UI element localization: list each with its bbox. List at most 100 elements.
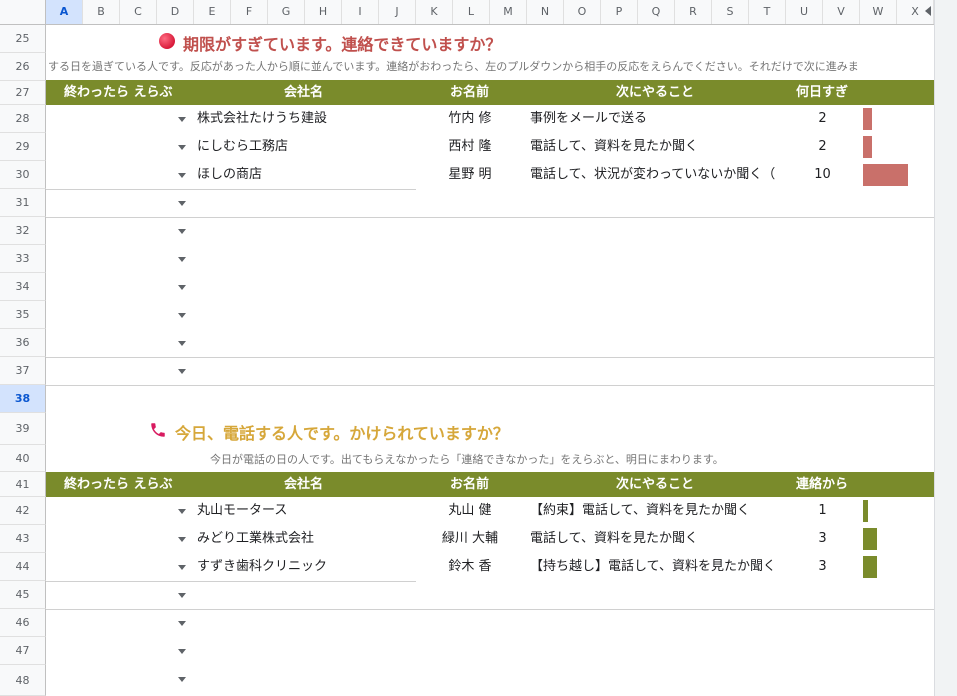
- header-company: 会社名: [284, 477, 324, 492]
- row-header-45[interactable]: 45: [0, 581, 46, 609]
- header-name: お名前: [450, 85, 490, 100]
- table-divider: [46, 609, 934, 610]
- row-header-37[interactable]: 37: [0, 357, 46, 385]
- row-header-32[interactable]: 32: [0, 217, 46, 245]
- contact-name-cell: 竹内 修: [448, 111, 492, 126]
- column-header-d[interactable]: D: [157, 0, 194, 24]
- column-header-g[interactable]: G: [268, 0, 305, 24]
- contact-name-cell: 星野 明: [448, 167, 492, 182]
- next-action-cell: 【持ち越し】電話して、資料を見たか聞く: [530, 559, 776, 574]
- today-table-header: 終わったら えらぶ 会社名 お名前 次にやること 連絡から: [46, 472, 934, 497]
- contact-name-cell: 丸山 健: [448, 503, 492, 518]
- column-header-c[interactable]: C: [120, 0, 157, 24]
- company-name-cell: すずき歯科クリニック: [197, 559, 328, 574]
- column-header-t[interactable]: T: [749, 0, 786, 24]
- row-header-25[interactable]: 25: [0, 25, 46, 53]
- overdue-status-dropdown[interactable]: [46, 301, 194, 329]
- header-next: 次にやること: [616, 85, 695, 100]
- column-header-r[interactable]: R: [675, 0, 712, 24]
- red-circle-icon: [159, 33, 175, 49]
- company-name-cell: 丸山モータース: [197, 503, 288, 518]
- row-header-31[interactable]: 31: [0, 189, 46, 217]
- row-header-40[interactable]: 40: [0, 445, 46, 472]
- overdue-section-title: 期限がすぎています。連絡できていますか？: [183, 35, 502, 54]
- row-header-36[interactable]: 36: [0, 329, 46, 357]
- today-status-dropdown[interactable]: [46, 525, 194, 553]
- column-header-f[interactable]: F: [231, 0, 268, 24]
- row-header-26[interactable]: 26: [0, 53, 46, 81]
- row-header-29[interactable]: 29: [0, 133, 46, 161]
- row-header-46[interactable]: 46: [0, 609, 46, 637]
- column-header-bar: ABCDEFGHIJKLMNOPQRSTUVWX: [0, 0, 934, 25]
- today-status-dropdown[interactable]: [46, 637, 194, 665]
- column-header-s[interactable]: S: [712, 0, 749, 24]
- header-metric: 何日すぎ: [796, 85, 849, 100]
- overdue-status-dropdown[interactable]: [46, 189, 194, 217]
- row-header-33[interactable]: 33: [0, 245, 46, 273]
- next-action-cell: 電話して、資料を見たか聞く: [530, 531, 698, 546]
- metric-bar: [863, 528, 877, 550]
- row-header-38[interactable]: 38: [0, 385, 46, 413]
- table-divider: [46, 217, 934, 218]
- column-header-b[interactable]: B: [83, 0, 120, 24]
- next-action-cell: 電話して、資料を見たか聞く: [530, 139, 698, 154]
- column-header-m[interactable]: M: [490, 0, 527, 24]
- vertical-scroll-area[interactable]: [934, 0, 957, 696]
- row-header-41[interactable]: 41: [0, 472, 46, 497]
- metric-bar: [863, 136, 872, 158]
- today-status-dropdown[interactable]: [46, 581, 194, 609]
- metric-bar: [863, 500, 868, 522]
- table-divider: [46, 385, 934, 386]
- column-header-v[interactable]: V: [823, 0, 860, 24]
- header-select: 終わったら えらぶ: [64, 85, 173, 100]
- scroll-left-icon[interactable]: [925, 6, 931, 16]
- telephone-icon: [151, 423, 165, 437]
- row-header-35[interactable]: 35: [0, 301, 46, 329]
- column-header-k[interactable]: K: [416, 0, 453, 24]
- metric-value-cell: 10: [814, 167, 831, 182]
- today-status-dropdown[interactable]: [46, 665, 194, 693]
- row-header-39[interactable]: 39: [0, 413, 46, 445]
- overdue-status-dropdown[interactable]: [46, 273, 194, 301]
- today-status-dropdown[interactable]: [46, 497, 194, 525]
- overdue-status-dropdown[interactable]: [46, 105, 194, 133]
- header-company: 会社名: [284, 85, 324, 100]
- next-action-cell: 【約束】電話して、資料を見たか聞く: [530, 503, 750, 518]
- column-header-j[interactable]: J: [379, 0, 416, 24]
- column-header-n[interactable]: N: [527, 0, 564, 24]
- column-header-i[interactable]: I: [342, 0, 379, 24]
- today-section-subtitle: 今日が電話の日の人です。出てもらえなかったら「連絡できなかった」をえらぶと、明日…: [210, 453, 724, 466]
- column-header-e[interactable]: E: [194, 0, 231, 24]
- column-header-w[interactable]: W: [860, 0, 897, 24]
- overdue-table-header: 終わったら えらぶ 会社名 お名前 次にやること 何日すぎ: [46, 80, 934, 105]
- overdue-status-dropdown[interactable]: [46, 245, 194, 273]
- metric-value-cell: 2: [818, 139, 827, 154]
- row-header-43[interactable]: 43: [0, 525, 46, 553]
- column-header-p[interactable]: P: [601, 0, 638, 24]
- column-header-q[interactable]: Q: [638, 0, 675, 24]
- overdue-status-dropdown[interactable]: [46, 357, 194, 385]
- column-header-l[interactable]: L: [453, 0, 490, 24]
- table-divider: [46, 357, 934, 358]
- row-header-44[interactable]: 44: [0, 553, 46, 581]
- today-status-dropdown[interactable]: [46, 553, 194, 581]
- overdue-status-dropdown[interactable]: [46, 329, 194, 357]
- today-status-dropdown[interactable]: [46, 609, 194, 637]
- row-header-30[interactable]: 30: [0, 161, 46, 189]
- contact-name-cell: 西村 隆: [448, 139, 492, 154]
- row-header-28[interactable]: 28: [0, 105, 46, 133]
- row-header-27[interactable]: 27: [0, 81, 46, 105]
- overdue-status-dropdown[interactable]: [46, 133, 194, 161]
- column-header-a[interactable]: A: [46, 0, 83, 24]
- column-header-u[interactable]: U: [786, 0, 823, 24]
- row-header-34[interactable]: 34: [0, 273, 46, 301]
- column-header-h[interactable]: H: [305, 0, 342, 24]
- select-all-corner[interactable]: [0, 0, 46, 24]
- next-action-cell: 電話して、状況が変わっていないか聞く（: [530, 167, 776, 182]
- row-header-48[interactable]: 48: [0, 665, 46, 696]
- row-header-42[interactable]: 42: [0, 497, 46, 525]
- row-header-47[interactable]: 47: [0, 637, 46, 665]
- overdue-status-dropdown[interactable]: [46, 217, 194, 245]
- column-header-o[interactable]: O: [564, 0, 601, 24]
- overdue-status-dropdown[interactable]: [46, 161, 194, 189]
